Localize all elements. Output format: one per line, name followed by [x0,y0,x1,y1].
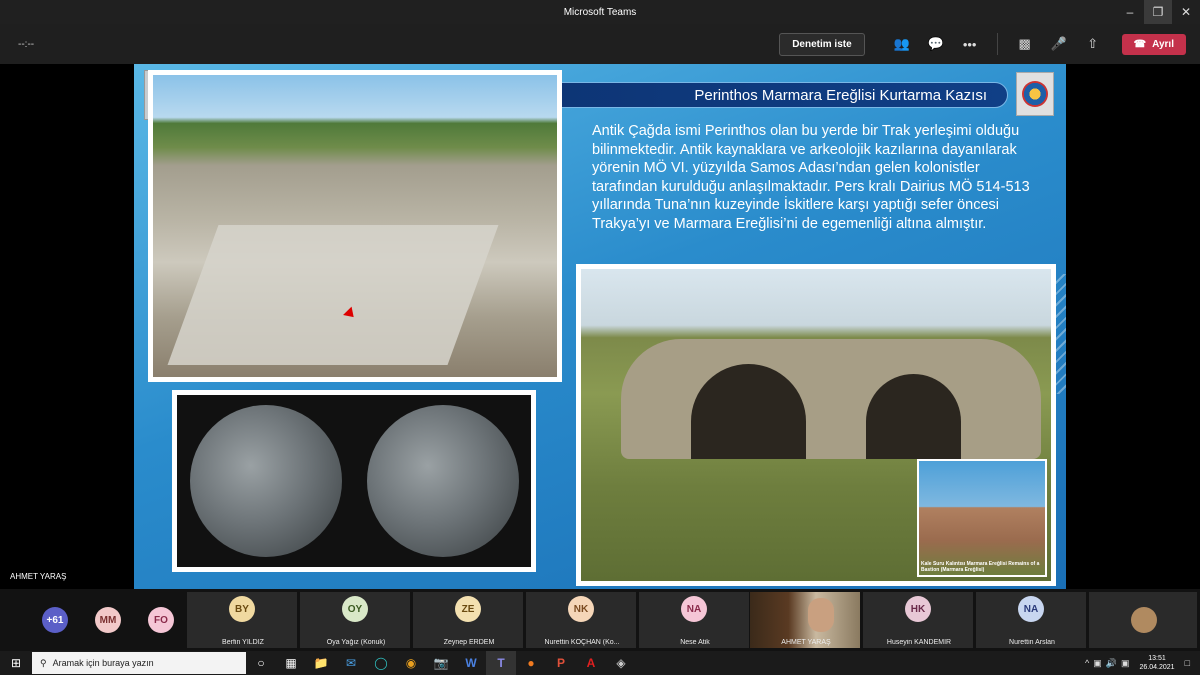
participant-tile[interactable]: NK Nurettin KOÇHAN (Ko... [526,592,636,648]
coins-image [177,395,531,567]
minimize-icon[interactable]: – [1116,0,1144,24]
more-options-icon[interactable]: ••• [955,32,985,56]
mosaic-floor [167,225,499,365]
chat-icon[interactable]: 💬 [921,32,951,56]
bastion-inset-photo: Kale Suru Kalıntısı Marmara Ereğlisi Rem… [917,459,1047,577]
powerpoint-icon[interactable]: P [546,651,576,675]
participant-avatar: HK [905,596,931,622]
coin-reverse [366,405,519,557]
municipality-emblem [1016,72,1054,116]
slide-title: Perinthos Marmara Ereğlisi Kurtarma Kazı… [694,87,987,104]
participant-video [808,598,834,632]
participants-strip: +61 MM FO BY Berfin YILDIZ OY Oya Yağız … [0,589,1200,651]
slide-body-text: Antik Çağda ismi Perinthos olan bu yerde… [592,123,1030,232]
chrome-icon[interactable]: ◉ [396,651,426,675]
participant-avatar: NA [1018,596,1044,622]
windows-start-icon[interactable]: ⊞ [0,651,32,675]
presentation-slide: Perinthos Marmara Ereğlisi Kurtarma Kazı… [134,64,1066,589]
participant-name: Nurettin Arslan [1009,639,1055,646]
camera-off-icon[interactable]: ▩ [1010,32,1040,56]
participant-avatar[interactable]: MM [95,607,121,633]
window-title: Microsoft Teams [563,6,637,18]
word-icon[interactable]: W [456,651,486,675]
meeting-toolbar: --:-- Denetim iste 👥 💬 ••• ▩ 🎤 ⇧ ☎ Ayrıl [0,24,1200,64]
chevron-up-icon[interactable]: ^ [1085,658,1089,668]
slide-decoration [1052,274,1066,394]
taskbar-search-placeholder: Aramak için buraya yazın [52,658,154,668]
participant-name: Zeynep ERDEM [443,639,495,646]
window-controls: – ❐ ✕ [1116,0,1200,24]
restore-icon[interactable]: ❐ [1144,0,1172,24]
coins-photo [172,390,536,572]
meeting-timer: --:-- [18,38,35,50]
presenter-name: AHMET YARAŞ [10,572,67,581]
participant-name: Berfin YILDIZ [222,639,264,646]
coin-obverse [189,405,342,557]
ruins-image: Kale Suru Kalıntısı Marmara Ereğlisi Rem… [581,269,1051,581]
network-icon[interactable]: ▣ [1093,658,1102,669]
task-view-icon[interactable]: ▦ [276,651,306,675]
mic-off-icon[interactable]: 🎤 [1044,32,1074,56]
participant-avatar: NK [568,596,594,622]
participant-avatar[interactable]: FO [148,607,174,633]
participant-name: Nese Atik [680,639,710,646]
emblem-icon [1022,81,1048,107]
window-titlebar: Microsoft Teams – ❐ ✕ [0,0,1200,24]
participant-avatar: NA [681,596,707,622]
participant-avatar: ZE [455,596,481,622]
close-icon[interactable]: ✕ [1172,0,1200,24]
language-icon[interactable]: ▣ [1121,658,1130,669]
overflow-participants-button[interactable]: +61 [42,607,68,633]
participant-name: AHMET YARAŞ [781,639,831,646]
teams-icon[interactable]: T [486,651,516,675]
participant-avatar: BY [229,596,255,622]
taskbar-clock[interactable]: 13:51 26.04.2021 [1140,654,1175,672]
search-icon: ⚲ [40,657,47,668]
system-tray: ^ ▣ 🔊 ▣ 13:51 26.04.2021 □ [1085,651,1200,675]
inset-caption: Kale Suru Kalıntısı Marmara Ereğlisi Rem… [921,561,1040,573]
camera-icon[interactable]: 📷 [426,651,456,675]
firefox-icon[interactable]: ● [516,651,546,675]
toolbar-divider [996,33,998,55]
notification-icon[interactable]: □ [1185,658,1190,668]
acrobat-icon[interactable]: A [576,651,606,675]
clock-time: 13:51 [1148,655,1166,662]
participant-tile[interactable]: OY Oya Yağız (Konuk) [300,592,410,648]
participant-video-tile[interactable]: AHMET YARAŞ [750,592,860,648]
excavation-photo [148,70,562,382]
mail-icon[interactable]: ✉ [336,651,366,675]
participant-tile[interactable]: HK Huseyin KANDEMIR [863,592,973,648]
file-explorer-icon[interactable]: 📁 [306,651,336,675]
self-video-tile[interactable] [1089,592,1197,648]
edge-icon[interactable]: ◯ [366,651,396,675]
leave-button[interactable]: ☎ Ayrıl [1121,33,1186,55]
ruins-photo: Kale Suru Kalıntısı Marmara Ereğlisi Rem… [576,264,1056,586]
participants-icon[interactable]: 👥 [887,32,917,56]
self-avatar [1131,607,1157,633]
volume-icon[interactable]: 🔊 [1106,658,1117,669]
excavation-image [153,75,557,377]
taskbar-search-box[interactable]: ⚲ Aramak için buraya yazın [32,652,246,674]
participant-tile[interactable]: NA Nurettin Arslan [976,592,1086,648]
windows-taskbar: ⊞ ⚲ Aramak için buraya yazın ○ ▦ 📁 ✉ ◯ ◉… [0,651,1200,675]
meeting-controls: Denetim iste 👥 💬 ••• ▩ 🎤 ⇧ ☎ Ayrıl [779,24,1186,64]
cortana-icon[interactable]: ○ [246,651,276,675]
vault-arch-right [866,374,961,459]
participant-name: Nurettin KOÇHAN (Ko... [544,639,620,646]
participant-tile[interactable]: BY Berfin YILDIZ [187,592,297,648]
leave-label: Ayrıl [1152,38,1174,50]
shared-screen-stage: Perinthos Marmara Ereğlisi Kurtarma Kazı… [0,64,1200,589]
participant-avatar: OY [342,596,368,622]
share-screen-icon[interactable]: ⇧ [1078,32,1108,56]
vault-wall [621,339,1041,459]
phone-hangup-icon: ☎ [1133,38,1147,50]
participant-tile[interactable]: NA Nese Atik [639,592,749,648]
participant-name: Huseyin KANDEMIR [886,639,952,646]
participant-tile[interactable]: ZE Zeynep ERDEM [413,592,523,648]
participant-name: Oya Yağız (Konuk) [326,639,386,646]
photos-icon[interactable]: ◈ [606,651,636,675]
clock-date: 26.04.2021 [1139,664,1175,671]
request-control-button[interactable]: Denetim iste [779,32,865,56]
